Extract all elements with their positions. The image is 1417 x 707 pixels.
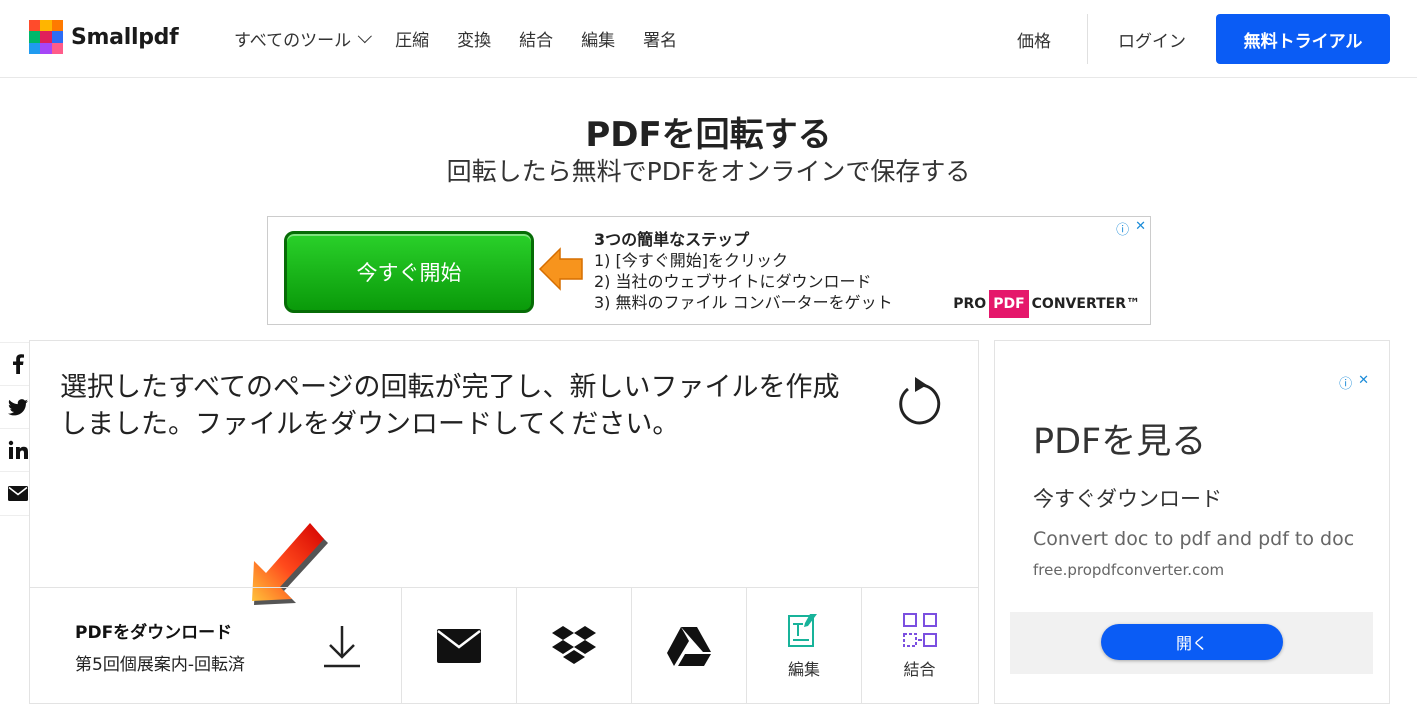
right-ad-content[interactable]: ⓘ ✕ PDFを見る 今すぐダウンロード Convert doc to pdf … [1010,371,1373,674]
ad-step-1: 1) [今すぐ開始]をクリック [594,251,788,270]
download-pdf-button[interactable]: PDFをダウンロード 第5回個展案内-回転済 [30,588,402,704]
dropbox-icon [552,626,596,664]
page-title: PDFを回転する [585,115,832,155]
google-drive-action[interactable] [632,588,747,704]
header-right: 価格 ログイン 無料トライアル [1017,0,1417,78]
result-panel: 選択したすべてのページの回転が完了し、新しいファイルを作成しました。ファイルをダ… [29,340,979,704]
pricing-link[interactable]: 価格 [1017,27,1051,52]
ad-step-3: 3) 無料のファイル コンバーターをゲット [594,293,893,312]
nav-edit[interactable]: 編集 [581,26,615,51]
ad-step-2: 2) 当社のウェブサイトにダウンロード [594,272,872,291]
right-ad-subtitle: 今すぐダウンロード [1033,487,1222,511]
right-ad-url: free.propdfconverter.com [1033,561,1225,579]
nav-merge[interactable]: 結合 [519,26,553,51]
close-icon[interactable]: ✕ [1135,219,1146,238]
site-header: Smallpdf すべてのツール 圧縮 変換 結合 編集 署名 価格 ログイン … [0,0,1417,78]
facebook-icon [13,354,24,374]
edit-action-label: 編集 [787,660,820,679]
brand-pro: PRO [953,296,987,312]
download-file-name: 第5回個展案内-回転済 [75,655,245,675]
ad-start-button[interactable]: 今すぐ開始 [284,231,534,313]
info-icon[interactable]: ⓘ [1339,373,1352,392]
twitter-icon [8,398,28,415]
chevron-down-icon [357,28,373,43]
page-subtitle: 回転したら無料でPDFをオンラインで保存する [446,157,971,186]
arrow-left-icon [538,247,583,291]
result-actions: PDFをダウンロード 第5回個展案内-回転済 編集 結合 [30,587,978,704]
ad-steps-heading: 3つの簡単なステップ [594,230,750,249]
download-title: PDFをダウンロード [75,623,233,643]
nav-sign[interactable]: 署名 [643,26,677,51]
email-action[interactable] [402,588,517,704]
linkedin-icon [8,440,28,459]
merge-action[interactable]: 結合 [862,588,977,704]
smallpdf-logo-icon [29,20,63,54]
edit-pdf-icon [788,614,817,647]
right-ad-title: PDFを見る [1033,422,1207,462]
login-link[interactable]: ログイン [1118,27,1186,52]
ad-controls: ⓘ ✕ [1116,219,1146,238]
top-advertisement[interactable]: 今すぐ開始 3つの簡単なステップ 1) [今すぐ開始]をクリック 2) 当社のウ… [267,216,1151,325]
info-icon[interactable]: ⓘ [1116,219,1129,238]
ad-brand-logo: PRO PDF CONVERTER™ [953,290,1140,318]
brand-name: Smallpdf [71,24,179,50]
success-message: 選択したすべてのページの回転が完了し、新しいファイルを作成しました。ファイルをダ… [60,372,840,440]
free-trial-button[interactable]: 無料トライアル [1216,14,1390,64]
right-ad-footer: 開く [1010,612,1373,674]
nav-all-tools-label: すべてのツール [234,31,352,51]
merge-pdf-icon [902,613,937,647]
header-divider [1087,14,1088,64]
brand-converter: CONVERTER™ [1031,296,1140,312]
right-advertisement: ⓘ ✕ PDFを見る 今すぐダウンロード Convert doc to pdf … [994,340,1390,704]
edit-action[interactable]: 編集 [747,588,862,704]
email-icon [8,486,28,501]
right-ad-controls: ⓘ ✕ [1339,373,1369,392]
nav-convert[interactable]: 変換 [457,26,491,51]
ad-steps: 3つの簡単なステップ 1) [今すぐ開始]をクリック 2) 当社のウェブサイトに… [594,229,893,313]
google-drive-icon [667,627,711,666]
main-nav: すべてのツール 圧縮 変換 結合 編集 署名 [234,26,705,51]
nav-all-tools[interactable]: すべてのツール [234,26,373,51]
smallpdf-logo[interactable]: Smallpdf [29,20,179,54]
merge-action-label: 結合 [903,660,936,679]
nav-compress[interactable]: 圧縮 [395,26,429,51]
dropbox-action[interactable] [517,588,632,704]
download-icon [324,626,360,668]
right-ad-open-button[interactable]: 開く [1101,624,1283,660]
email-icon [437,629,481,663]
right-ad-description: Convert doc to pdf and pdf to doc [1033,528,1355,550]
close-icon[interactable]: ✕ [1358,373,1369,392]
undo-icon[interactable] [895,375,943,425]
brand-pdf: PDF [989,290,1029,318]
